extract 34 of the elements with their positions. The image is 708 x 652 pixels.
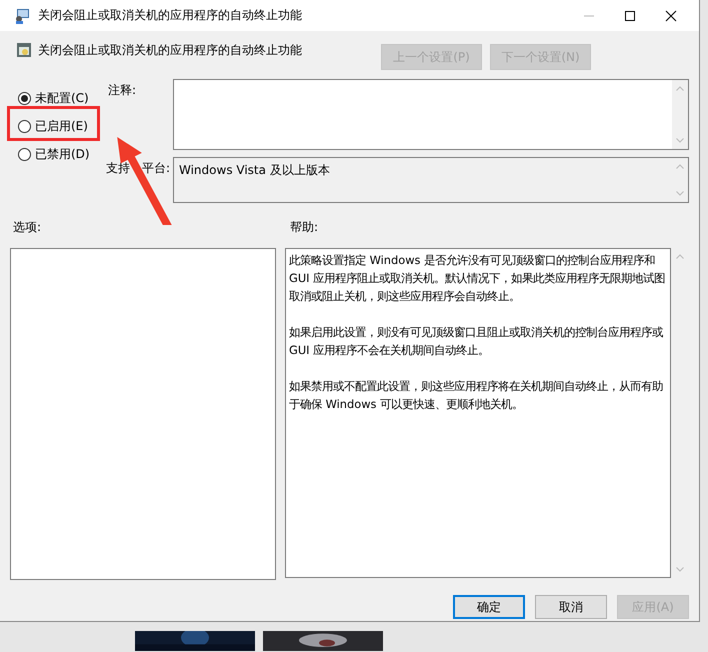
radio-option[interactable]: 已启用(E) xyxy=(18,118,88,135)
scroll-down-icon[interactable] xyxy=(676,191,684,196)
radio-label: 已禁用(D) xyxy=(35,146,90,163)
radio-option[interactable]: 未配置(C) xyxy=(18,90,89,107)
radio-option[interactable]: 已禁用(D) xyxy=(18,146,90,163)
radio-label: 已启用(E) xyxy=(35,118,88,135)
comment-label: 注释: xyxy=(107,82,138,99)
radio-label: 未配置(C) xyxy=(35,90,89,107)
scroll-up-icon[interactable] xyxy=(676,254,684,259)
window-title: 关闭会阻止或取消关机的应用程序的自动终止功能 xyxy=(38,7,302,24)
dialog-button[interactable]: 确定 xyxy=(453,595,525,619)
help-paragraph: 如果启用此设置，则没有可见顶级窗口且阻止或取消关机的控制台应用程序或 GUI 应用程序不会在关机期间自动终止。 xyxy=(289,324,664,359)
scrollbar[interactable] xyxy=(672,80,688,149)
policy-title: 关闭会阻止或取消关机的应用程序的自动终止功能 xyxy=(38,42,302,58)
dialog-button[interactable]: 取消 xyxy=(535,595,607,619)
help-paragraph: 如果禁用或不配置此设置，则这些应用程序将在关机期间自动终止，从而有助于确保 Windows 可以更快速、更顺利地关机。 xyxy=(289,378,664,413)
platform-field: Windows Vista 及以上版本 xyxy=(173,157,689,203)
radio-circle[interactable] xyxy=(18,148,31,161)
scroll-up-icon[interactable] xyxy=(676,86,684,91)
platform-label: 支持 xyxy=(106,160,130,177)
help-paragraph: 此策略设置指定 Windows 是否允许没有可见顶级窗口的控制台应用程序和 GUI 应用程序阻止或取消关机。默认情况下，如果此类应用程序无限期地试图取消或阻止关机，则这些应用程序会自动终止。 xyxy=(289,252,666,305)
radio-circle[interactable] xyxy=(18,120,31,133)
platform-label: 平台: xyxy=(142,160,170,177)
comment-field[interactable] xyxy=(173,79,689,150)
options-label: 选项: xyxy=(12,219,42,236)
maximize-icon[interactable] xyxy=(624,10,636,22)
scroll-down-icon[interactable] xyxy=(676,567,684,572)
scroll-up-icon[interactable] xyxy=(676,164,684,169)
help-label: 帮助: xyxy=(289,219,320,236)
scroll-down-icon[interactable] xyxy=(676,138,684,143)
settings-page-icon xyxy=(16,42,32,58)
close-icon[interactable] xyxy=(665,10,677,22)
radio-circle[interactable] xyxy=(18,92,31,105)
policy-icon xyxy=(14,8,30,24)
